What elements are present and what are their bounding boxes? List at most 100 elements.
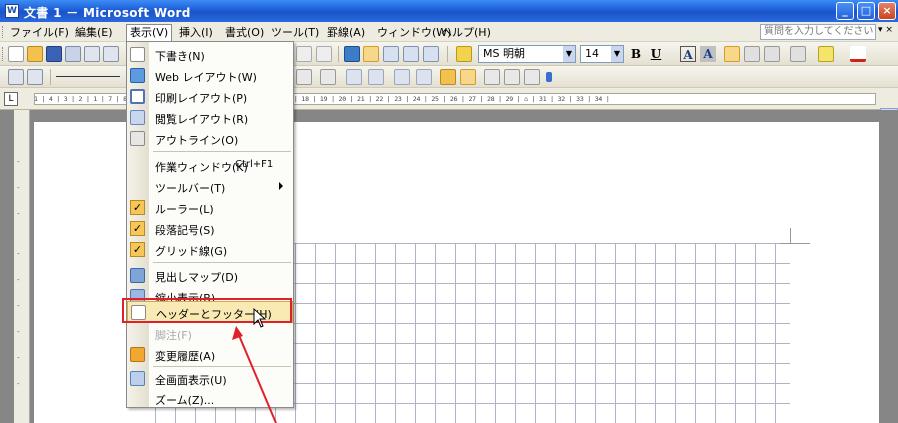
window-title: 文書 1 － Microsoft Word <box>24 6 191 20</box>
menu-item-zoom[interactable]: ズーム(Z)... <box>127 388 293 409</box>
shading-color-icon[interactable] <box>296 69 312 85</box>
show-gridlines-icon[interactable] <box>460 69 476 85</box>
menu-item-label: 見出しマップ(D) <box>155 271 239 284</box>
autosum-icon[interactable] <box>524 69 540 85</box>
chevron-down-icon[interactable]: ▼ <box>611 46 623 62</box>
margin-mark <box>790 228 791 243</box>
toolbar-options-icon[interactable] <box>546 72 552 82</box>
menu-format[interactable]: 書式(O) <box>222 25 267 41</box>
menu-item-markup[interactable]: 変更履歴(A) <box>127 344 293 365</box>
menu-item-footnotes[interactable]: 脚注(F) <box>127 323 293 344</box>
menu-item-paragraph-marks[interactable]: ✓ 段落記号(S) <box>127 218 293 239</box>
draw-table-icon[interactable] <box>8 69 24 85</box>
underline-button[interactable]: U <box>648 46 664 62</box>
menu-item-print-layout[interactable]: 印刷レイアウト(P) <box>127 86 293 107</box>
menu-item-label: ルーラー(L) <box>155 203 214 216</box>
menu-item-draft[interactable]: 下書き(N) <box>127 44 293 65</box>
split-cells-icon[interactable] <box>368 69 384 85</box>
eraser-icon[interactable] <box>27 69 43 85</box>
menu-help[interactable]: ヘルプ(H) <box>438 25 494 41</box>
align-cell-icon[interactable] <box>394 69 410 85</box>
menu-item-label: 閲覧レイアウト(R) <box>155 113 249 126</box>
vertical-ruler[interactable]: --- --- --- <box>14 110 30 423</box>
menu-item-web-layout[interactable]: Web レイアウト(W) <box>127 65 293 86</box>
help-question-input[interactable]: 質問を入力してください <box>760 24 876 40</box>
menu-item-document-map[interactable]: 見出しマップ(D) <box>127 265 293 286</box>
draft-view-icon <box>130 47 145 62</box>
document-map-icon <box>130 268 145 283</box>
menu-item-label: Web レイアウト(W) <box>155 71 257 84</box>
toolbar-separator <box>447 46 448 62</box>
menu-item-full-screen[interactable]: 全画面表示(U) <box>127 368 293 389</box>
menu-insert[interactable]: 挿入(I) <box>176 25 216 41</box>
sort-descending-icon[interactable] <box>504 69 520 85</box>
menu-edit[interactable]: 編集(E) <box>72 25 116 41</box>
menu-item-toolbars[interactable]: ツールバー(T) <box>127 176 293 197</box>
insert-table-icon[interactable] <box>320 69 336 85</box>
view-menu-dropdown: 下書き(N) Web レイアウト(W) 印刷レイアウト(P) 閲覧レイアウト(R… <box>126 41 294 408</box>
menu-item-ruler[interactable]: ✓ ルーラー(L) <box>127 197 293 218</box>
menu-table[interactable]: 罫線(A) <box>324 25 368 41</box>
tab-selector-icon[interactable]: L <box>4 92 18 106</box>
checkmark-icon: ✓ <box>130 242 145 257</box>
web-layout-icon <box>130 68 145 83</box>
menu-item-reading-layout[interactable]: 閲覧レイアウト(R) <box>127 107 293 128</box>
close-button[interactable]: × <box>878 2 896 20</box>
font-color-icon[interactable] <box>850 46 866 62</box>
maximize-button[interactable]: □ <box>857 2 875 20</box>
char-border-button[interactable]: A <box>680 46 696 62</box>
mouse-pointer-icon <box>253 308 267 328</box>
permission-icon[interactable] <box>65 46 81 62</box>
menubar-grip[interactable] <box>2 26 5 38</box>
align-left-icon[interactable] <box>724 46 740 62</box>
columns-icon[interactable] <box>423 46 439 62</box>
insert-excel-icon[interactable] <box>403 46 419 62</box>
menu-item-outline[interactable]: アウトライン(O) <box>127 128 293 149</box>
line-style-icon[interactable] <box>56 76 120 77</box>
align-right-icon[interactable] <box>764 46 780 62</box>
menu-item-label: 全画面表示(U) <box>155 374 227 387</box>
print-icon[interactable] <box>84 46 100 62</box>
help-box-close[interactable]: ▾ × <box>878 25 893 35</box>
font-name-value: MS 明朝 <box>483 47 525 60</box>
align-center-icon[interactable] <box>744 46 760 62</box>
char-shading-button[interactable]: A <box>700 46 716 62</box>
open-folder-icon[interactable] <box>27 46 43 62</box>
insert-table-icon[interactable] <box>383 46 399 62</box>
menu-item-shortcut: Ctrl+F1 <box>235 159 274 170</box>
menu-item-label: 下書き(N) <box>155 50 205 63</box>
menu-item-label: 変更履歴(A) <box>155 350 216 363</box>
menu-file[interactable]: ファイル(F) <box>7 25 72 41</box>
menu-item-gridlines[interactable]: ✓ グリッド線(G) <box>127 239 293 260</box>
menu-item-task-pane[interactable]: 作業ウィンドウ(K) Ctrl+F1 <box>127 155 293 176</box>
drawing-icon[interactable] <box>456 46 472 62</box>
bold-button[interactable]: B <box>628 46 644 62</box>
minimize-button[interactable]: _ <box>836 2 854 20</box>
table-autoformat-icon[interactable] <box>440 69 456 85</box>
menu-item-label: ツールバー(T) <box>155 182 226 195</box>
font-name-combo[interactable]: MS 明朝 ▼ <box>478 45 576 63</box>
undo-icon[interactable] <box>296 46 312 62</box>
print-preview-icon[interactable] <box>103 46 119 62</box>
menu-item-label: 印刷レイアウト(P) <box>155 92 248 105</box>
tables-borders-icon[interactable] <box>363 46 379 62</box>
toolbar-separator <box>50 69 51 85</box>
distribute-rows-icon[interactable] <box>416 69 432 85</box>
redo-icon[interactable] <box>316 46 332 62</box>
merge-cells-icon[interactable] <box>346 69 362 85</box>
hyperlink-icon[interactable] <box>344 46 360 62</box>
sort-ascending-icon[interactable] <box>484 69 500 85</box>
menu-separator <box>153 262 291 263</box>
menu-item-label: グリッド線(G) <box>155 245 228 258</box>
highlight-icon[interactable] <box>818 46 834 62</box>
toolbar-grip[interactable] <box>2 47 5 61</box>
new-document-icon[interactable] <box>8 46 24 62</box>
menu-item-label: 段落記号(S) <box>155 224 215 237</box>
save-icon[interactable] <box>46 46 62 62</box>
line-spacing-icon[interactable] <box>790 46 806 62</box>
word-app-icon[interactable]: W <box>5 4 19 18</box>
font-size-combo[interactable]: 14 ▼ <box>580 45 624 63</box>
menu-tools[interactable]: ツール(T) <box>268 25 322 41</box>
chevron-down-icon[interactable]: ▼ <box>563 46 575 62</box>
reading-layout-icon <box>130 110 145 125</box>
